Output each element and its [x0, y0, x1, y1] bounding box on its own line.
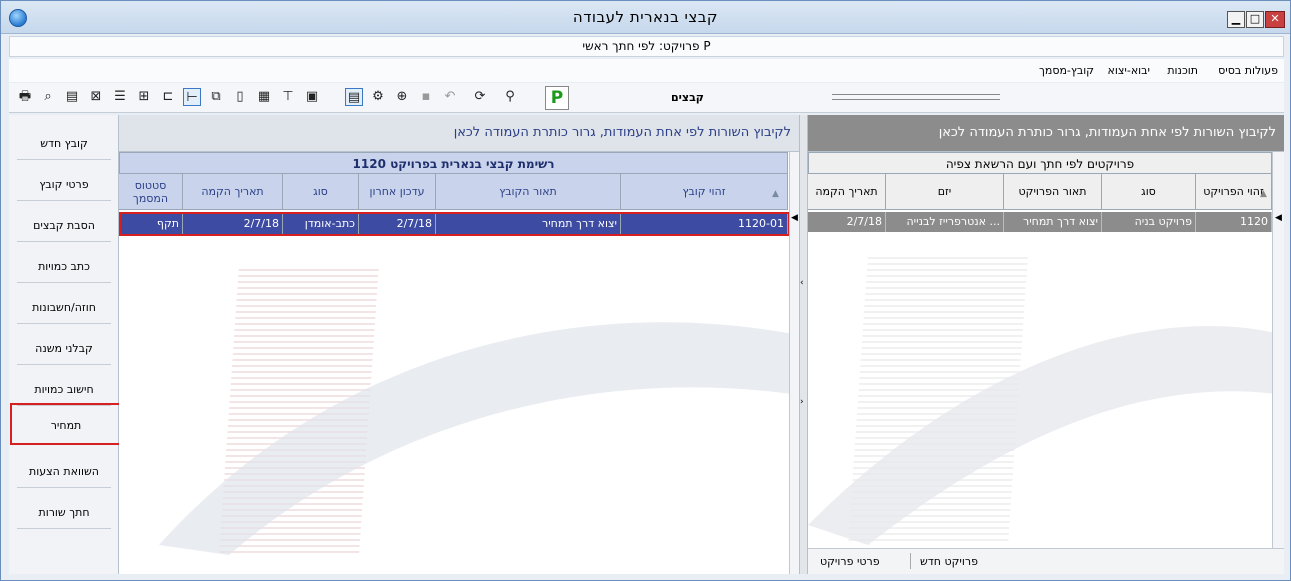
col-type[interactable]: סוג [283, 174, 359, 210]
cell-doc-status: תקף [121, 214, 183, 234]
save-icon[interactable]: ▪ [417, 88, 435, 106]
menu-basic-actions[interactable]: פעולות בסיס [1218, 64, 1278, 77]
col-developer[interactable]: יזם [886, 174, 1004, 210]
group-by-hint-bar[interactable]: לקיבוץ השורות לפי אחת העמודות, גרור כותר… [119, 115, 799, 152]
watermark-logo-right [808, 255, 1284, 545]
panel-splitter[interactable]: ‹ › [799, 115, 808, 574]
sidebar-subcontractors[interactable]: קבלני משנה [17, 332, 111, 365]
projects-group-by-bar[interactable]: לקיבוץ השורות לפי אחת העמודות, גרור כותר… [808, 115, 1284, 152]
slider-track[interactable] [832, 94, 1000, 100]
col-doc-status[interactable]: סטטוס המסמך [119, 174, 183, 210]
structure-icon[interactable]: ⊤ [279, 88, 297, 106]
col-project-date[interactable]: תאריך הקמה [808, 174, 886, 210]
sort-arrow-icon: ▲ [772, 189, 779, 199]
cell-creation-date: 2/7/18 [183, 214, 283, 234]
group-by-hint: לקיבוץ השורות לפי אחת העמודות, גרור כותר… [453, 125, 791, 140]
project-details-link[interactable]: פרטי פרויקט [820, 555, 880, 568]
splitter-left-icon[interactable]: ‹ [800, 278, 804, 288]
sidebar-bill-of-quantities[interactable]: כתב כמויות [17, 250, 111, 283]
print-preview-icon[interactable]: ⌕ [39, 88, 57, 106]
cell-file-id: 1120-01 [621, 214, 788, 234]
row-indicator-column: ◀ [789, 152, 799, 574]
project-row[interactable]: 1120 פרויקט בניה יצוא דרך תמחיר אנטרפריי… [808, 212, 1272, 232]
cell-project-id: 1120 [1196, 212, 1272, 232]
projects-group-by-hint: לקיבוץ השורות לפי אחת העמודות, גרור כותר… [938, 125, 1276, 140]
projects-row-indicator-column: ◀ [1272, 152, 1284, 548]
cell-project-date: 2/7/18 [808, 212, 886, 232]
projects-panel: לקיבוץ השורות לפי אחת העמודות, גרור כותר… [808, 115, 1284, 548]
add-document-icon[interactable]: ⊕ [393, 88, 411, 106]
new-page-icon[interactable]: ▯ [231, 88, 249, 106]
sidebar-convert-files[interactable]: הסבת קבצים [17, 209, 111, 242]
menu-file-document[interactable]: קובץ-מסמך [1039, 64, 1094, 77]
sidebar-compare-offers[interactable]: השוואת הצעות [17, 455, 111, 488]
minimize-button[interactable]: ▁ [1227, 11, 1245, 28]
col-project-type[interactable]: סוג [1102, 174, 1196, 210]
document-icon[interactable]: ▤ [345, 88, 363, 106]
print-icon[interactable]: 🖶 [16, 88, 34, 106]
sidebar-file-details[interactable]: פרטי קובץ [17, 168, 111, 201]
table-row[interactable]: 1120-01 יצוא דרך תמחיר 2/7/18 כתב-אומדן … [119, 212, 790, 236]
menu-import-export[interactable]: יבוא-יצוא [1108, 64, 1150, 77]
application-window: קבצי בנארית לעבודה ▁ □ ✕ פרויקט: לפי חתך… [0, 0, 1291, 581]
settings-document-icon[interactable]: ⚙ [369, 88, 387, 106]
split-icon[interactable]: ⊢ [183, 88, 201, 106]
menu-programs[interactable]: תוכנות [1167, 64, 1198, 77]
splitter-right-icon[interactable]: › [800, 397, 804, 407]
menu-bar: פעולות בסיס תוכנות יבוא-יצוא קובץ-מסמך [9, 59, 1284, 82]
projects-grid-header: זהוי הפרויקט סוג תאור הפרויקט יזם תאריך … [808, 174, 1272, 210]
form-icon[interactable]: ▦ [255, 88, 273, 106]
close-button[interactable]: ✕ [1265, 11, 1285, 28]
col-creation-date[interactable]: תאריך הקמה [183, 174, 283, 210]
sidebar: קובץ חדש פרטי קובץ הסבת קבצים כתב כמויות… [9, 115, 122, 574]
sidebar-quantity-calc[interactable]: חישוב כמויות [17, 373, 111, 406]
sidebar-new-file[interactable]: קובץ חדש [17, 127, 111, 160]
col-file-id[interactable]: זהוי קובץ [621, 174, 788, 210]
cell-project-type: פרויקט בניה [1102, 212, 1196, 232]
cell-developer: אנטרפרייז לבנייה ... [886, 212, 1004, 232]
tree-icon[interactable]: ⊞ [135, 88, 153, 106]
col-file-desc[interactable]: תאור הקובץ [436, 174, 621, 210]
window-title: קבצי בנארית לעבודה [572, 8, 719, 26]
sidebar-row-section[interactable]: חתך שורות [17, 496, 111, 529]
col-last-update[interactable]: עדכון אחרון [359, 174, 436, 210]
projects-grid-title: פרויקטים לפי חתך ועם הרשאת צפיה [808, 152, 1272, 174]
project-subtitle: פרויקט: לפי חתך ראשי P [582, 39, 711, 53]
cell-file-desc: יצוא דרך תמחיר [436, 214, 621, 234]
maximize-button[interactable]: □ [1246, 11, 1264, 28]
title-bar: קבצי בנארית לעבודה ▁ □ ✕ [1, 1, 1290, 34]
cell-last-update: 2/7/18 [359, 214, 436, 234]
pdf-icon[interactable]: ▤ [63, 88, 81, 106]
report-icon[interactable]: ▣ [303, 88, 321, 106]
footer-divider [910, 553, 911, 569]
binoculars-icon[interactable]: ⚲ [501, 88, 519, 106]
files-grid-header: זהוי קובץ תאור הקובץ עדכון אחרון סוג תאר… [119, 174, 788, 210]
projects-sort-arrow-icon: ▲ [1260, 189, 1267, 199]
excel-icon[interactable]: ⊠ [87, 88, 105, 106]
projects-row-pointer-icon: ◀ [1275, 213, 1282, 223]
files-panel: לקיבוץ השורות לפי אחת העמודות, גרור כותר… [119, 115, 799, 574]
sidebar-pricing[interactable]: תמחיר [10, 403, 122, 445]
files-grid-title: רשימת קבצי בנארית בפרויקט 1120 [119, 152, 788, 174]
cell-project-desc: יצוא דרך תמחיר [1004, 212, 1102, 232]
list-icon[interactable]: ☰ [111, 88, 129, 106]
project-subtitle-bar: פרויקט: לפי חתך ראשי P [9, 36, 1284, 57]
watermark-logo [159, 265, 799, 555]
toolbar-label: קבצים [671, 91, 704, 104]
col-project-desc[interactable]: תאור הפרויקט [1004, 174, 1102, 210]
copy-icon[interactable]: ⧉ [207, 88, 225, 106]
undo-icon[interactable]: ↶ [441, 88, 459, 106]
toolbar: 🖶 ⌕ ▤ ⊠ ☰ ⊞ ⊏ ⊢ ⧉ ▯ ▦ ⊤ ▣ ▤ ⚙ ⊕ ▪ ↶ ⟳ ⚲ … [9, 83, 1284, 113]
sidebar-contract-invoices[interactable]: חוזה/חשבונות [17, 291, 111, 324]
new-project-link[interactable]: פרויקט חדש [920, 555, 978, 568]
projects-footer: פרויקט חדש פרטי פרויקט [808, 548, 1284, 574]
refresh-icon[interactable]: ⟳ [471, 88, 489, 106]
cell-type: כתב-אומדן [283, 214, 359, 234]
p-button[interactable]: P [545, 86, 569, 110]
row-pointer-icon: ◀ [791, 213, 798, 223]
branch-icon[interactable]: ⊏ [159, 88, 177, 106]
